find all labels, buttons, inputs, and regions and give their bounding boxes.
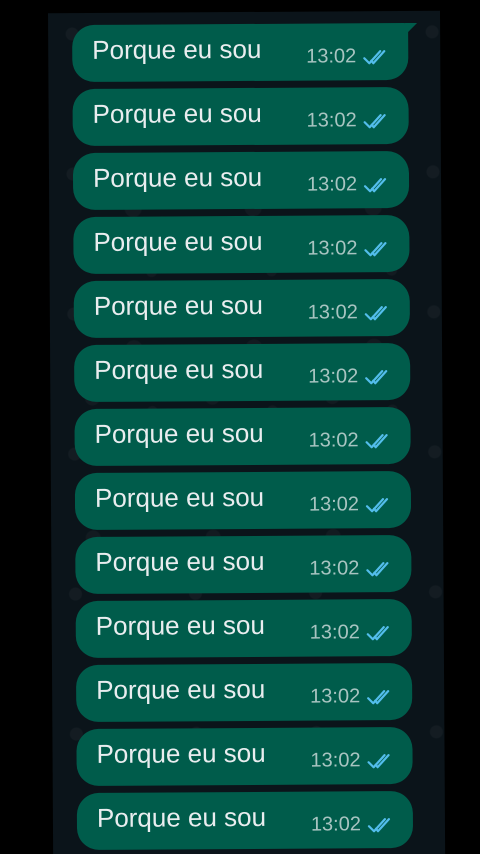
double-check-read-icon [363, 112, 393, 130]
message-meta: 13:02 [307, 237, 393, 261]
message-text: Porque eu sou [92, 161, 263, 193]
message-meta: 13:02 [311, 813, 397, 837]
double-check-read-icon [366, 624, 396, 642]
message-text: Porque eu sou [94, 353, 264, 385]
message-time: 13:02 [307, 237, 358, 260]
bubble-tail [405, 22, 418, 36]
message-meta: 13:02 [310, 621, 396, 645]
message-meta: 13:02 [309, 557, 395, 581]
message-time: 13:02 [306, 173, 358, 196]
message-bubble[interactable]: Porque eu sou 13:02 [76, 790, 414, 851]
message-text: Porque eu sou [94, 417, 264, 449]
message-bubble[interactable]: Porque eu sou 13:02 [75, 534, 412, 595]
double-check-read-icon [365, 496, 395, 514]
message-text: Porque eu sou [95, 545, 265, 577]
message-text: Porque eu sou [96, 673, 266, 705]
message-time: 13:02 [306, 109, 357, 132]
message-text: Porque eu sou [92, 33, 262, 65]
message-text: Porque eu sou [95, 609, 265, 641]
message-time: 13:02 [309, 557, 360, 580]
double-check-read-icon [365, 432, 395, 450]
double-check-read-icon [367, 816, 397, 834]
message-meta: 13:02 [308, 429, 394, 453]
message-bubble[interactable]: Porque eu sou 13:02 [75, 662, 413, 723]
message-text: Porque eu sou [93, 225, 263, 257]
message-meta: 13:02 [309, 493, 395, 517]
message-text: Porque eu sou [93, 289, 264, 321]
message-text: Porque eu sou [96, 801, 267, 833]
double-check-read-icon [363, 176, 393, 194]
message-meta: 13:02 [307, 109, 393, 133]
message-bubble[interactable]: Porque eu sou 13:02 [73, 278, 410, 339]
double-check-read-icon [363, 240, 393, 258]
message-time: 13:02 [310, 813, 362, 836]
double-check-read-icon [362, 48, 392, 66]
double-check-read-icon [365, 560, 395, 578]
message-bubble[interactable]: Porque eu sou 13:02 [72, 150, 410, 211]
message-time: 13:02 [306, 45, 357, 68]
message-bubble[interactable]: Porque eu sou 13:02 [72, 86, 409, 147]
message-bubble[interactable]: Porque eu sou 13:02 [74, 342, 411, 403]
screen: Porque eu sou 13:02 Porque eu sou 13:02 … [0, 0, 480, 854]
message-meta: 13:02 [308, 365, 394, 389]
message-text: Porque eu sou [92, 97, 262, 129]
message-time: 13:02 [309, 621, 360, 644]
double-check-read-icon [364, 304, 394, 322]
message-bubble[interactable]: Porque eu sou 13:02 [74, 470, 412, 531]
chat-panel[interactable]: Porque eu sou 13:02 Porque eu sou 13:02 … [48, 10, 446, 854]
message-time: 13:02 [308, 365, 359, 388]
message-time: 13:02 [308, 493, 360, 516]
message-time: 13:02 [308, 429, 359, 452]
double-check-read-icon [366, 688, 396, 706]
message-bubble[interactable]: Porque eu sou 13:02 [72, 22, 418, 83]
message-text: Porque eu sou [94, 481, 265, 513]
message-time: 13:02 [307, 301, 358, 324]
message-time: 13:02 [310, 749, 361, 772]
double-check-read-icon [367, 752, 397, 770]
message-meta: 13:02 [306, 45, 392, 69]
message-meta: 13:02 [310, 749, 396, 773]
message-bubble[interactable]: Porque eu sou 13:02 [75, 598, 412, 659]
message-text: Porque eu sou [96, 737, 266, 769]
message-time: 13:02 [310, 685, 361, 708]
message-meta: 13:02 [307, 173, 393, 197]
message-bubble[interactable]: Porque eu sou 13:02 [73, 214, 410, 275]
double-check-read-icon [364, 368, 394, 386]
message-bubble[interactable]: Porque eu sou 13:02 [74, 406, 411, 467]
message-meta: 13:02 [310, 685, 396, 709]
message-meta: 13:02 [308, 301, 394, 325]
message-bubble[interactable]: Porque eu sou 13:02 [76, 726, 413, 787]
